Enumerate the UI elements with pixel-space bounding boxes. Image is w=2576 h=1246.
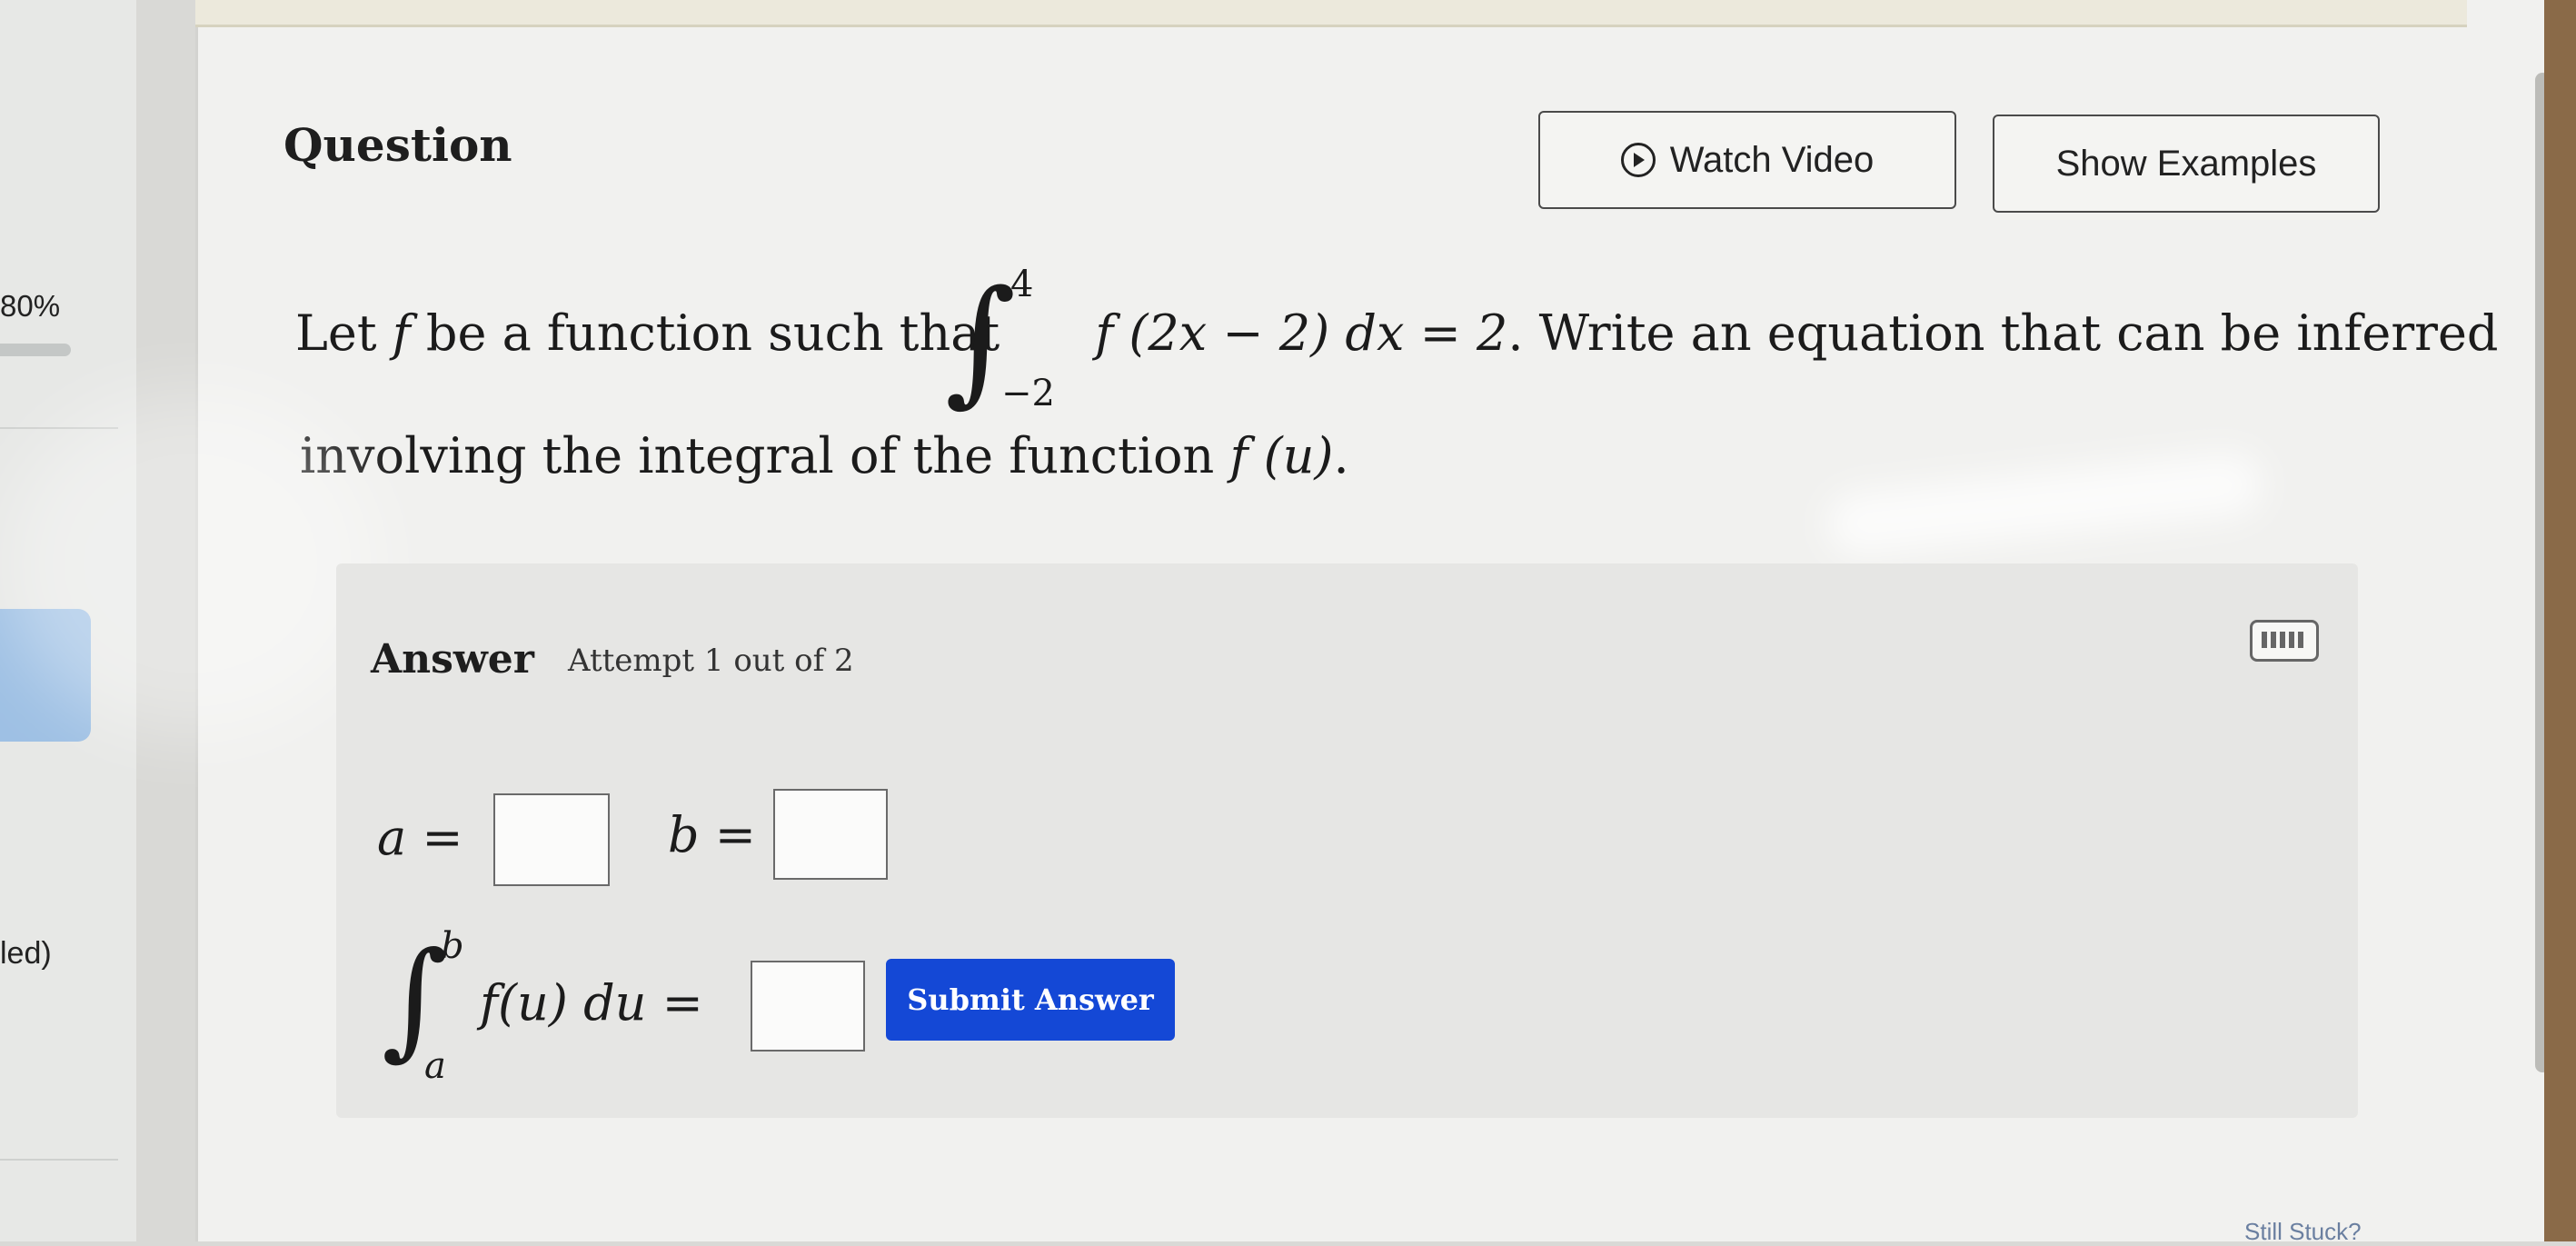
prompt-line-1: Let f be a function such that f (2x − 2) … [295, 309, 2498, 358]
a-input[interactable] [493, 793, 610, 886]
prompt-line-2: involving the integral of the function f… [300, 432, 1349, 481]
integrand: f (2x − 2) dx = 2 [1095, 304, 1508, 362]
question-title: Question [283, 118, 512, 172]
still-stuck-link[interactable]: Still Stuck? [2244, 1218, 2362, 1246]
prompt-text: involving the integral of the function [300, 427, 1215, 484]
watch-video-button[interactable]: Watch Video [1538, 111, 1956, 209]
integral-expression: f(u) du = [480, 974, 703, 1032]
prompt-text: . [1333, 427, 1349, 484]
submit-answer-button[interactable]: Submit Answer [886, 959, 1175, 1041]
prompt-text: be a function such that [425, 304, 1000, 362]
a-label: a = [377, 809, 463, 866]
integral-upper-limit: b [441, 925, 464, 967]
prompt-text: . Write an equation that can be inferred [1507, 304, 2499, 362]
prompt-text: Let [295, 304, 377, 362]
divider [0, 1159, 118, 1161]
integral-sign: ∫ [382, 925, 448, 1073]
progress-percent: 80% [0, 289, 61, 323]
keyboard-icon[interactable] [2250, 620, 2319, 662]
b-label: b = [668, 806, 756, 863]
play-circle-icon [1620, 143, 1656, 177]
b-input[interactable] [773, 789, 888, 880]
progress-bar [0, 344, 71, 356]
integral-lower-limit: −2 [1001, 373, 1055, 414]
attempt-counter: Attempt 1 out of 2 [568, 643, 854, 679]
sidebar-status-text: led) [0, 936, 52, 971]
screen-glare [0, 391, 382, 736]
prompt-math: f (u) [1229, 427, 1334, 484]
answer-label: Answer [371, 636, 534, 683]
watch-video-label: Watch Video [1669, 139, 1875, 180]
top-banner-edge [195, 0, 2467, 27]
show-examples-label: Show Examples [2055, 143, 2317, 184]
prompt-math: f [392, 304, 411, 362]
integral-upper-limit: 4 [1010, 264, 1034, 305]
integral-lower-limit: a [424, 1045, 446, 1087]
show-examples-button[interactable]: Show Examples [1993, 115, 2380, 213]
integral-value-input[interactable] [751, 961, 865, 1052]
screen-edge [2544, 0, 2576, 1241]
